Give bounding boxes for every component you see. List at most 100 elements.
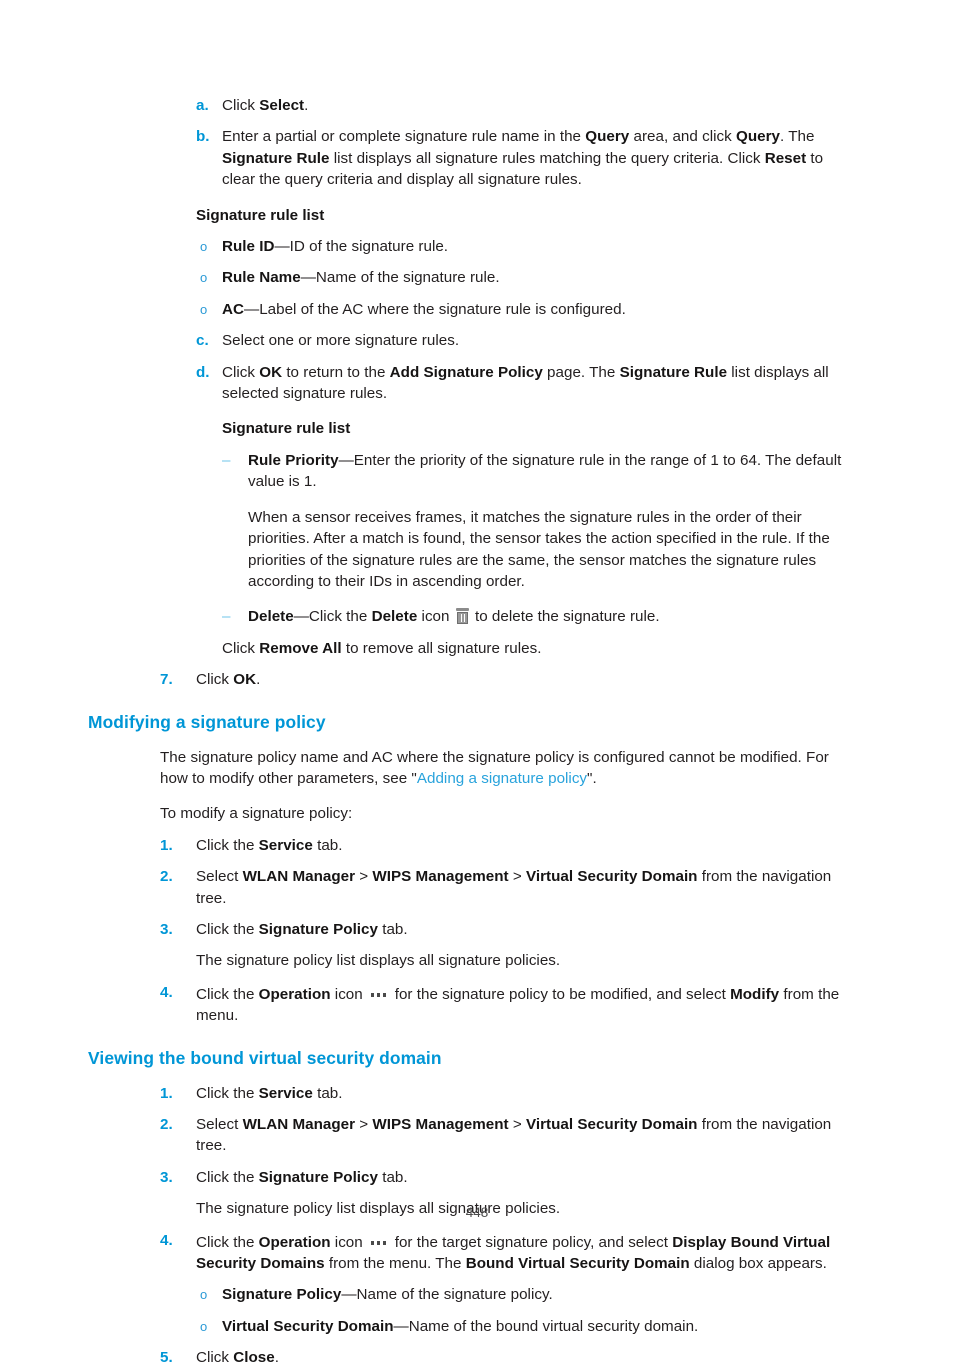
view-step-2-sep-2: >	[508, 1116, 526, 1133]
ac-bold: AC	[222, 300, 244, 318]
list-item-step-d: d. Click OK to return to the Add Signatu…	[196, 362, 858, 405]
document-page: a. Click Select. b. Enter a partial or c…	[0, 0, 954, 1366]
bullet-dash-icon: –	[222, 451, 231, 469]
view-step-1-text-2: tab.	[312, 1084, 343, 1102]
modifying-intro-text-2: ".	[587, 769, 597, 787]
list-item-view-step-2: 2. Select WLAN Manager > WIPS Management…	[160, 1114, 860, 1157]
list-marker-2: 2.	[160, 1116, 173, 1133]
modify-step-4-text-1: Click the	[196, 985, 259, 1003]
list-item-view-step-3: 3. Click the Signature Policy tab.	[160, 1167, 860, 1188]
list-item-step-b: b. Enter a partial or complete signature…	[196, 126, 858, 190]
list-item-modify-step-3: 3. Click the Signature Policy tab.	[160, 919, 860, 940]
modify-step-1-text-1: Click the	[196, 836, 259, 854]
list-item-modify-step-2: 2. Select WLAN Manager > WIPS Management…	[160, 866, 860, 909]
ac-desc: —Label of the AC where the signature rul…	[243, 300, 626, 318]
step-d-text: Click OK to return to the Add Signature …	[222, 362, 858, 405]
link-adding-a-signature-policy[interactable]: Adding a signature policy	[417, 770, 587, 787]
list-marker-4: 4.	[160, 1231, 173, 1249]
ac-text: AC—Label of the AC where the signature r…	[222, 299, 858, 320]
step-b-text-3: . The	[779, 128, 815, 146]
step-b-text-1: Enter a partial or complete signature ru…	[222, 128, 586, 146]
step-d-bold-signature-rule: Signature Rule	[619, 363, 728, 381]
rule-id-bold: Rule ID	[222, 238, 275, 256]
rule-name-text: Rule Name—Name of the signature rule.	[222, 267, 858, 288]
list-item-step-c: c. Select one or more signature rules.	[196, 330, 858, 351]
list-marker-c: c.	[196, 332, 209, 350]
view-step-1-bold-service: Service	[258, 1084, 313, 1102]
view-signature-policy-text: Signature Policy—Name of the signature p…	[222, 1284, 858, 1305]
rule-priority-text: Rule Priority—Enter the priority of the …	[248, 450, 858, 493]
list-item-rule-id: o Rule ID—ID of the signature rule.	[200, 236, 858, 257]
step-a-text: Click Select.	[222, 95, 858, 116]
delete-text-2: icon	[417, 608, 454, 626]
view-step-4-text-1: Click the	[196, 1233, 259, 1251]
list-item-modify-step-4: 4. Click the Operation icon for the sign…	[160, 982, 860, 1027]
rule-id-text: Rule ID—ID of the signature rule.	[222, 236, 858, 257]
delete-bold-1: Delete	[248, 608, 294, 626]
step-b-text: Enter a partial or complete signature ru…	[222, 126, 858, 190]
list-item-view-step-1: 1. Click the Service tab.	[160, 1083, 860, 1104]
bullet-circle-icon: o	[200, 301, 208, 317]
list-marker-1: 1.	[160, 836, 173, 854]
list-item-view-step-5: 5. Click Close.	[160, 1347, 860, 1368]
step-b-text-2: area, and click	[629, 128, 736, 146]
signature-rule-list-label-1: Signature rule list	[196, 206, 325, 224]
view-step-1-text-1: Click the	[196, 1084, 259, 1102]
list-marker-3: 3.	[160, 1168, 173, 1186]
modify-step-2-sep-1: >	[355, 868, 373, 886]
modify-step-1-text: Click the Service tab.	[196, 835, 860, 856]
modify-step-2-bold-virtual-security-domain: Virtual Security Domain	[525, 868, 698, 886]
modify-step-2-text-1: Select	[196, 868, 243, 886]
heading-modifying-a-signature-policy: Modifying a signature policy	[88, 711, 326, 732]
step-b-bold-signature-rule: Signature Rule	[222, 149, 330, 167]
modify-step-3-text-1: Click the	[196, 920, 259, 938]
delete-text-1: —Click the	[293, 608, 372, 626]
view-step-3-bold-signature-policy: Signature Policy	[258, 1168, 378, 1186]
step-d-bold-add-signature-policy: Add Signature Policy	[389, 363, 543, 381]
modify-step-4-text-3: for the signature policy to be modified,…	[390, 985, 731, 1003]
view-step-4-text-3: for the target signature policy, and sel…	[390, 1233, 673, 1251]
step-c-text: Select one or more signature rules.	[222, 332, 460, 350]
view-step-2-bold-virtual-security-domain: Virtual Security Domain	[525, 1116, 698, 1133]
list-marker-7: 7.	[160, 671, 173, 689]
operation-dots-icon	[370, 982, 387, 1003]
step-d-text-3: page. The	[542, 363, 620, 381]
modify-step-1-bold-service: Service	[258, 836, 313, 854]
rule-id-desc: —ID of the signature rule.	[274, 238, 449, 256]
view-step-2-bold-wlan-manager: WLAN Manager	[242, 1116, 356, 1133]
list-item-ac: o AC—Label of the AC where the signature…	[200, 299, 858, 320]
view-step-2-bold-wips-management: WIPS Management	[372, 1116, 509, 1133]
bullet-circle-icon: o	[200, 1318, 208, 1334]
modify-step-4-text: Click the Operation icon for the signatu…	[196, 982, 860, 1027]
step-d-text-2: to return to the	[282, 363, 390, 381]
rule-priority-bold: Rule Priority	[248, 451, 339, 469]
modifying-intro-paragraph: The signature policy name and AC where t…	[160, 747, 860, 790]
view-step-2-text: Select WLAN Manager > WIPS Management > …	[196, 1114, 860, 1157]
modify-step-4-bold-operation: Operation	[258, 985, 331, 1003]
rule-name-desc: —Name of the signature rule.	[300, 269, 500, 287]
view-signature-policy-bold: Signature Policy	[222, 1286, 342, 1304]
list-item-step-a: a. Click Select.	[196, 95, 858, 116]
heading-viewing-the-bound-virtual-security-domain: Viewing the bound virtual security domai…	[88, 1047, 442, 1068]
step-b-bold-reset: Reset	[764, 149, 807, 167]
signature-rule-list-label-2: Signature rule list	[222, 420, 351, 438]
list-item-delete: – Delete—Click the Delete icon to delete…	[222, 606, 858, 627]
list-marker-a: a.	[196, 97, 209, 114]
step-a-bold-select: Select	[259, 97, 305, 114]
modify-step-2-text: Select WLAN Manager > WIPS Management > …	[196, 866, 860, 909]
to-modify-lead-in: To modify a signature policy:	[160, 805, 353, 823]
rule-name-bold: Rule Name	[222, 269, 301, 287]
view-step-4-bold-bound-vsd: Bound Virtual Security Domain	[465, 1255, 690, 1273]
modify-step-4-bold-modify: Modify	[730, 985, 780, 1003]
view-step-5-text-2: .	[274, 1349, 279, 1367]
list-marker-1: 1.	[160, 1084, 173, 1102]
modify-step-3-note: The signature policy list displays all s…	[196, 952, 561, 970]
list-item-rule-priority: – Rule Priority—Enter the priority of th…	[222, 450, 858, 493]
list-marker-2: 2.	[160, 868, 173, 886]
delete-text-3: to delete the signature rule.	[470, 608, 660, 626]
priority-explanation-paragraph: When a sensor receives frames, it matche…	[248, 508, 830, 590]
modify-step-2-bold-wlan-manager: WLAN Manager	[242, 868, 356, 886]
view-step-5-text: Click Close.	[196, 1347, 860, 1368]
view-step-1-text: Click the Service tab.	[196, 1083, 860, 1104]
view-step-4-text-4: from the menu. The	[324, 1255, 466, 1273]
